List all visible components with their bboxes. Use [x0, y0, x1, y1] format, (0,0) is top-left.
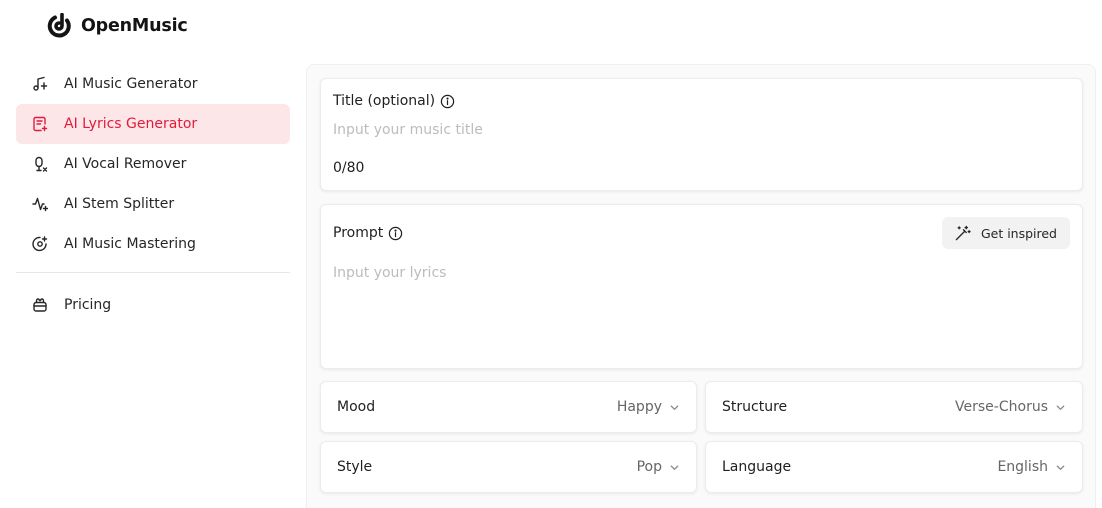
lyrics-form-panel: Title (optional) 0/80 Prompt — [306, 64, 1096, 508]
waveform-icon — [32, 196, 48, 212]
chevron-down-icon — [1055, 402, 1066, 413]
sidebar-item-ai-lyrics-generator[interactable]: AI Lyrics Generator — [16, 104, 290, 144]
disc-sparkle-icon — [32, 236, 48, 252]
mood-select[interactable]: Mood Happy — [320, 381, 697, 433]
sidebar-item-label: Pricing — [64, 297, 112, 313]
chevron-down-icon — [669, 462, 680, 473]
sidebar-item-ai-stem-splitter[interactable]: AI Stem Splitter — [16, 184, 290, 224]
structure-label: Structure — [722, 399, 788, 415]
sidebar-item-ai-music-generator[interactable]: AI Music Generator — [16, 64, 290, 104]
sidebar-divider — [16, 272, 290, 273]
magic-wand-icon — [954, 225, 971, 242]
language-select[interactable]: Language English — [705, 441, 1083, 493]
sidebar-item-label: AI Vocal Remover — [64, 156, 187, 172]
prompt-label: Prompt — [333, 225, 384, 241]
title-label: Title (optional) — [333, 93, 436, 109]
chevron-down-icon — [669, 402, 680, 413]
sidebar-item-label: AI Music Generator — [64, 76, 198, 92]
microphone-icon — [32, 156, 48, 172]
logo[interactable]: OpenMusic — [46, 12, 188, 40]
chevron-down-icon — [1055, 462, 1066, 473]
structure-value: Verse-Chorus — [955, 399, 1048, 415]
prompt-label-row: Prompt — [333, 225, 403, 241]
style-value: Pop — [636, 459, 662, 475]
pricing-icon — [32, 297, 48, 313]
sidebar-item-label: AI Stem Splitter — [64, 196, 175, 212]
info-icon[interactable] — [388, 226, 403, 241]
language-value-row: English — [997, 459, 1066, 475]
title-char-counter: 0/80 — [333, 160, 365, 176]
mood-value: Happy — [616, 399, 662, 415]
info-icon[interactable] — [440, 94, 455, 109]
get-inspired-label: Get inspired — [980, 225, 1057, 241]
sidebar-item-label: AI Music Mastering — [64, 236, 196, 252]
get-inspired-button[interactable]: Get inspired — [941, 217, 1070, 249]
style-label: Style — [337, 459, 373, 475]
sidebar-item-label: AI Lyrics Generator — [64, 116, 198, 132]
lyrics-doc-icon — [32, 116, 48, 132]
music-note-icon — [32, 76, 48, 92]
title-card: Title (optional) 0/80 — [320, 78, 1083, 191]
app-root: OpenMusic AI Music Generator AI Lyrics G… — [0, 0, 1102, 508]
openmusic-logo-icon — [46, 13, 72, 39]
prompt-textarea[interactable] — [333, 265, 1070, 345]
prompt-card: Prompt Get inspired — [320, 204, 1083, 369]
sidebar-item-ai-music-mastering[interactable]: AI Music Mastering — [16, 224, 290, 264]
sidebar-item-ai-vocal-remover[interactable]: AI Vocal Remover — [16, 144, 290, 184]
structure-select[interactable]: Structure Verse-Chorus — [705, 381, 1083, 433]
title-label-row: Title (optional) — [333, 93, 455, 109]
language-value: English — [997, 459, 1048, 475]
style-select[interactable]: Style Pop — [320, 441, 697, 493]
sidebar-item-pricing[interactable]: Pricing — [16, 285, 290, 325]
sidebar: AI Music Generator AI Lyrics Generator A… — [16, 64, 290, 325]
structure-value-row: Verse-Chorus — [955, 399, 1066, 415]
title-input[interactable] — [333, 119, 1070, 141]
mood-value-row: Happy — [617, 399, 680, 415]
app-name: OpenMusic — [81, 16, 188, 36]
mood-label: Mood — [337, 399, 376, 415]
language-label: Language — [722, 459, 792, 475]
style-value-row: Pop — [637, 459, 680, 475]
